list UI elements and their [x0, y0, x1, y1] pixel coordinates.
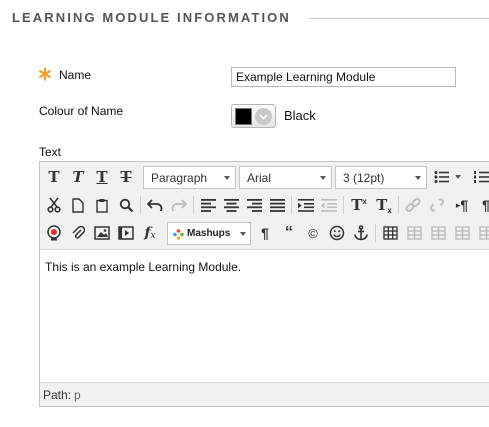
mashups-menu-button[interactable]: Mashups — [167, 222, 251, 245]
find-icon[interactable] — [115, 194, 137, 216]
italic-icon[interactable]: T — [67, 166, 89, 188]
caret-down-icon — [224, 176, 230, 180]
unlink-icon[interactable] — [426, 194, 448, 216]
toolbar-separator — [343, 196, 344, 214]
ltr-direction-icon[interactable]: ▸ ¶ — [451, 194, 473, 216]
editor-toolbar: T T T T Paragraph Arial 3 (12pt) T x T x… — [40, 162, 489, 250]
bold-icon[interactable]: T — [43, 166, 65, 188]
cut-icon[interactable] — [43, 194, 65, 216]
anchor-icon[interactable] — [350, 222, 372, 244]
table-cell-properties-icon[interactable] — [427, 222, 449, 244]
toolbar-separator — [193, 196, 194, 214]
font-size-select[interactable]: 3 (12pt) — [335, 166, 427, 189]
underline-icon[interactable]: T — [91, 166, 113, 188]
bullet-list-dropdown[interactable] — [453, 166, 463, 188]
toolbar-separator — [398, 196, 399, 214]
redo-icon[interactable] — [168, 194, 190, 216]
insert-table-icon[interactable] — [379, 222, 401, 244]
section-divider — [309, 18, 489, 19]
paragraph-format-value: Paragraph — [151, 171, 208, 185]
editor-statusbar: Path: p — [40, 382, 489, 406]
name-label: Name — [59, 68, 92, 82]
editor-paragraph: This is an example Learning Module. — [45, 260, 242, 274]
font-size-value: 3 (12pt) — [343, 171, 385, 185]
align-left-icon[interactable] — [197, 194, 219, 216]
bullet-list-icon[interactable] — [431, 166, 453, 188]
toolbar-separator — [291, 196, 292, 214]
outdent-icon[interactable] — [318, 194, 340, 216]
mashups-label: Mashups — [187, 228, 231, 239]
blockquote-icon[interactable]: “ — [278, 222, 300, 244]
numbered-list-icon[interactable] — [471, 166, 489, 188]
font-family-select[interactable]: Arial — [239, 166, 332, 189]
section-title: LEARNING MODULE INFORMATION — [12, 10, 291, 25]
editor-content-area[interactable]: This is an example Learning Module. — [40, 251, 489, 382]
rtl-direction-icon[interactable]: ¶ — [475, 194, 489, 216]
required-asterisk-icon — [39, 67, 51, 81]
align-right-icon[interactable] — [243, 194, 265, 216]
strikethrough-icon[interactable]: T — [115, 166, 137, 188]
caret-down-icon — [455, 175, 461, 179]
toolbar-separator — [140, 196, 141, 214]
link-icon[interactable] — [402, 194, 424, 216]
paste-icon[interactable] — [91, 194, 113, 216]
paragraph-mark-icon[interactable]: ¶ — [254, 222, 276, 244]
copy-icon[interactable] — [67, 194, 89, 216]
text-label: Text — [39, 145, 62, 159]
text-editor: T T T T Paragraph Arial 3 (12pt) T x T x… — [39, 161, 489, 407]
caret-down-icon — [415, 176, 421, 180]
font-family-value: Arial — [247, 171, 272, 185]
align-justify-icon[interactable] — [266, 194, 288, 216]
mashups-icon — [173, 229, 184, 240]
copyright-icon[interactable]: © — [302, 222, 324, 244]
path-value[interactable]: p — [74, 388, 81, 402]
emoticon-icon[interactable] — [326, 222, 348, 244]
subscript-icon[interactable]: Tx — [373, 194, 395, 216]
superscript-icon[interactable]: Tx — [348, 194, 370, 216]
colour-picker-button[interactable] — [231, 104, 276, 128]
colour-value: Black — [284, 108, 316, 123]
indent-icon[interactable] — [295, 194, 317, 216]
math-formula-icon[interactable]: fx — [139, 222, 161, 244]
table-row-properties-icon[interactable] — [403, 222, 425, 244]
chevron-down-icon — [255, 108, 272, 125]
table-insert-row-icon[interactable] — [451, 222, 473, 244]
attach-file-icon[interactable] — [67, 222, 89, 244]
paragraph-format-select[interactable]: Paragraph — [143, 166, 236, 189]
caret-down-icon — [240, 232, 246, 236]
insert-image-icon[interactable] — [91, 222, 113, 244]
undo-icon[interactable] — [144, 194, 166, 216]
caret-down-icon — [320, 176, 326, 180]
path-label: Path: — [43, 388, 72, 402]
name-input[interactable] — [231, 67, 456, 87]
colour-of-name-label: Colour of Name — [39, 104, 124, 118]
toolbar-separator — [375, 224, 376, 242]
insert-media-icon[interactable] — [115, 222, 137, 244]
table-insert-column-icon[interactable] — [475, 222, 489, 244]
colour-swatch — [235, 108, 252, 125]
record-media-icon[interactable] — [43, 222, 65, 244]
align-center-icon[interactable] — [220, 194, 242, 216]
section-header: LEARNING MODULE INFORMATION — [12, 10, 489, 30]
